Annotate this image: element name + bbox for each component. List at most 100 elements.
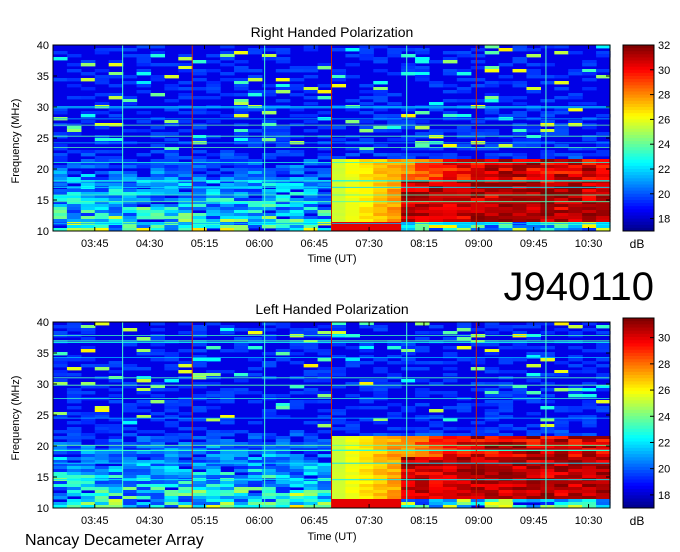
heatmap-cell bbox=[317, 219, 333, 223]
heatmap-cell bbox=[247, 484, 263, 488]
colorbar-segment bbox=[623, 169, 654, 173]
heatmap-cell bbox=[275, 487, 291, 491]
x-axis-label: Time (UT) bbox=[307, 531, 356, 543]
colorbar-segment bbox=[623, 206, 654, 210]
colorbar-segment bbox=[623, 85, 654, 89]
heatmap-cell bbox=[331, 484, 347, 488]
y-axis-label: Frequency (MHz) bbox=[10, 376, 22, 461]
heatmap-cell bbox=[540, 63, 555, 67]
x-tick-label: 07:30 bbox=[355, 238, 383, 250]
heatmap-cell bbox=[122, 198, 138, 202]
colorbar-segment bbox=[623, 324, 654, 328]
heatmap-cell bbox=[401, 361, 416, 365]
heatmap-cell bbox=[526, 183, 541, 187]
colorbar-segment bbox=[623, 128, 654, 133]
heatmap-cell bbox=[596, 225, 611, 229]
heatmap-cell bbox=[442, 198, 458, 202]
heatmap-cell bbox=[275, 403, 291, 407]
heatmap-cell bbox=[94, 198, 110, 202]
heatmap-cell bbox=[359, 379, 374, 383]
heatmap-cell bbox=[192, 69, 207, 73]
heatmap-cell bbox=[150, 472, 166, 476]
heatmap-cell bbox=[192, 451, 207, 455]
heatmap-cell bbox=[470, 457, 486, 461]
heatmap-cell bbox=[192, 213, 207, 217]
heatmap-cell bbox=[108, 114, 124, 118]
heatmap-cell bbox=[178, 427, 193, 431]
heatmap-cell bbox=[94, 466, 110, 470]
heatmap-cell bbox=[428, 198, 444, 202]
heatmap-cell bbox=[136, 475, 152, 479]
heatmap-cell bbox=[331, 454, 347, 458]
heatmap-cell bbox=[498, 409, 514, 413]
heatmap-cell bbox=[442, 159, 458, 163]
heatmap-cell bbox=[261, 457, 277, 461]
heatmap-cell bbox=[359, 102, 374, 106]
heatmap-cell bbox=[331, 481, 347, 485]
heatmap-cell bbox=[247, 225, 263, 229]
heatmap-cell bbox=[289, 168, 305, 172]
heatmap-cell bbox=[568, 451, 583, 455]
heatmap-cell bbox=[526, 210, 541, 214]
heatmap-cell bbox=[526, 72, 541, 76]
heatmap-cell bbox=[373, 198, 388, 202]
heatmap-cell bbox=[317, 475, 333, 479]
heatmap-cell bbox=[80, 219, 96, 223]
heatmap-cell bbox=[540, 424, 555, 428]
heatmap-cell bbox=[373, 165, 388, 169]
heatmap-cell bbox=[470, 132, 486, 136]
heatmap-cell bbox=[220, 325, 235, 329]
heatmap-cell bbox=[373, 93, 388, 97]
heatmap-cell bbox=[122, 213, 138, 217]
heatmap-cell bbox=[359, 168, 374, 172]
heatmap-cell bbox=[512, 189, 528, 193]
heatmap-cell bbox=[289, 466, 305, 470]
heatmap-cell bbox=[289, 481, 305, 485]
heatmap-cell bbox=[498, 48, 514, 52]
heatmap-cell bbox=[192, 436, 207, 440]
heatmap-cell bbox=[415, 367, 430, 371]
heatmap-cell bbox=[554, 219, 569, 223]
heatmap-cell bbox=[540, 394, 555, 398]
heatmap-cell bbox=[94, 48, 110, 52]
heatmap-cell bbox=[150, 352, 166, 356]
heatmap-cell bbox=[554, 442, 569, 446]
heatmap-cell bbox=[136, 469, 152, 473]
colorbar-segment bbox=[623, 330, 654, 335]
heatmap-cell bbox=[192, 174, 207, 178]
heatmap-cell bbox=[582, 469, 597, 473]
heatmap-cell bbox=[206, 394, 221, 398]
heatmap-cell bbox=[303, 349, 319, 353]
heatmap-cell bbox=[359, 490, 374, 494]
heatmap-cell bbox=[387, 496, 402, 500]
heatmap-cell bbox=[122, 96, 138, 100]
heatmap-cell bbox=[428, 433, 444, 437]
heatmap-cell bbox=[53, 502, 68, 506]
heatmap-cell bbox=[540, 75, 555, 79]
colorbar-tick-label: 22 bbox=[658, 437, 670, 449]
heatmap-cell bbox=[303, 198, 319, 202]
heatmap-cell bbox=[345, 135, 360, 139]
colorbar-segment bbox=[623, 368, 654, 373]
heatmap-cell bbox=[442, 475, 458, 479]
heatmap-cell bbox=[303, 493, 319, 497]
heatmap-cell bbox=[373, 406, 388, 410]
heatmap-cell bbox=[206, 198, 221, 202]
y-tick-label: 10 bbox=[37, 226, 49, 238]
heatmap-cell bbox=[80, 204, 96, 208]
heatmap-cell bbox=[359, 475, 374, 479]
heatmap-cell bbox=[568, 436, 583, 440]
heatmap-cell bbox=[554, 481, 569, 485]
heatmap-cell bbox=[401, 433, 416, 437]
heatmap-cell bbox=[94, 138, 110, 142]
heatmap-cell bbox=[247, 213, 263, 217]
heatmap-cell bbox=[526, 433, 541, 437]
heatmap-cell bbox=[234, 373, 249, 377]
heatmap-cell bbox=[498, 168, 514, 172]
heatmap-cell bbox=[94, 102, 110, 106]
heatmap-cell bbox=[470, 84, 486, 88]
heatmap-cell bbox=[526, 352, 541, 356]
heatmap-cell bbox=[568, 433, 583, 437]
heatmap-cell bbox=[261, 490, 277, 494]
heatmap-cell bbox=[568, 358, 583, 362]
